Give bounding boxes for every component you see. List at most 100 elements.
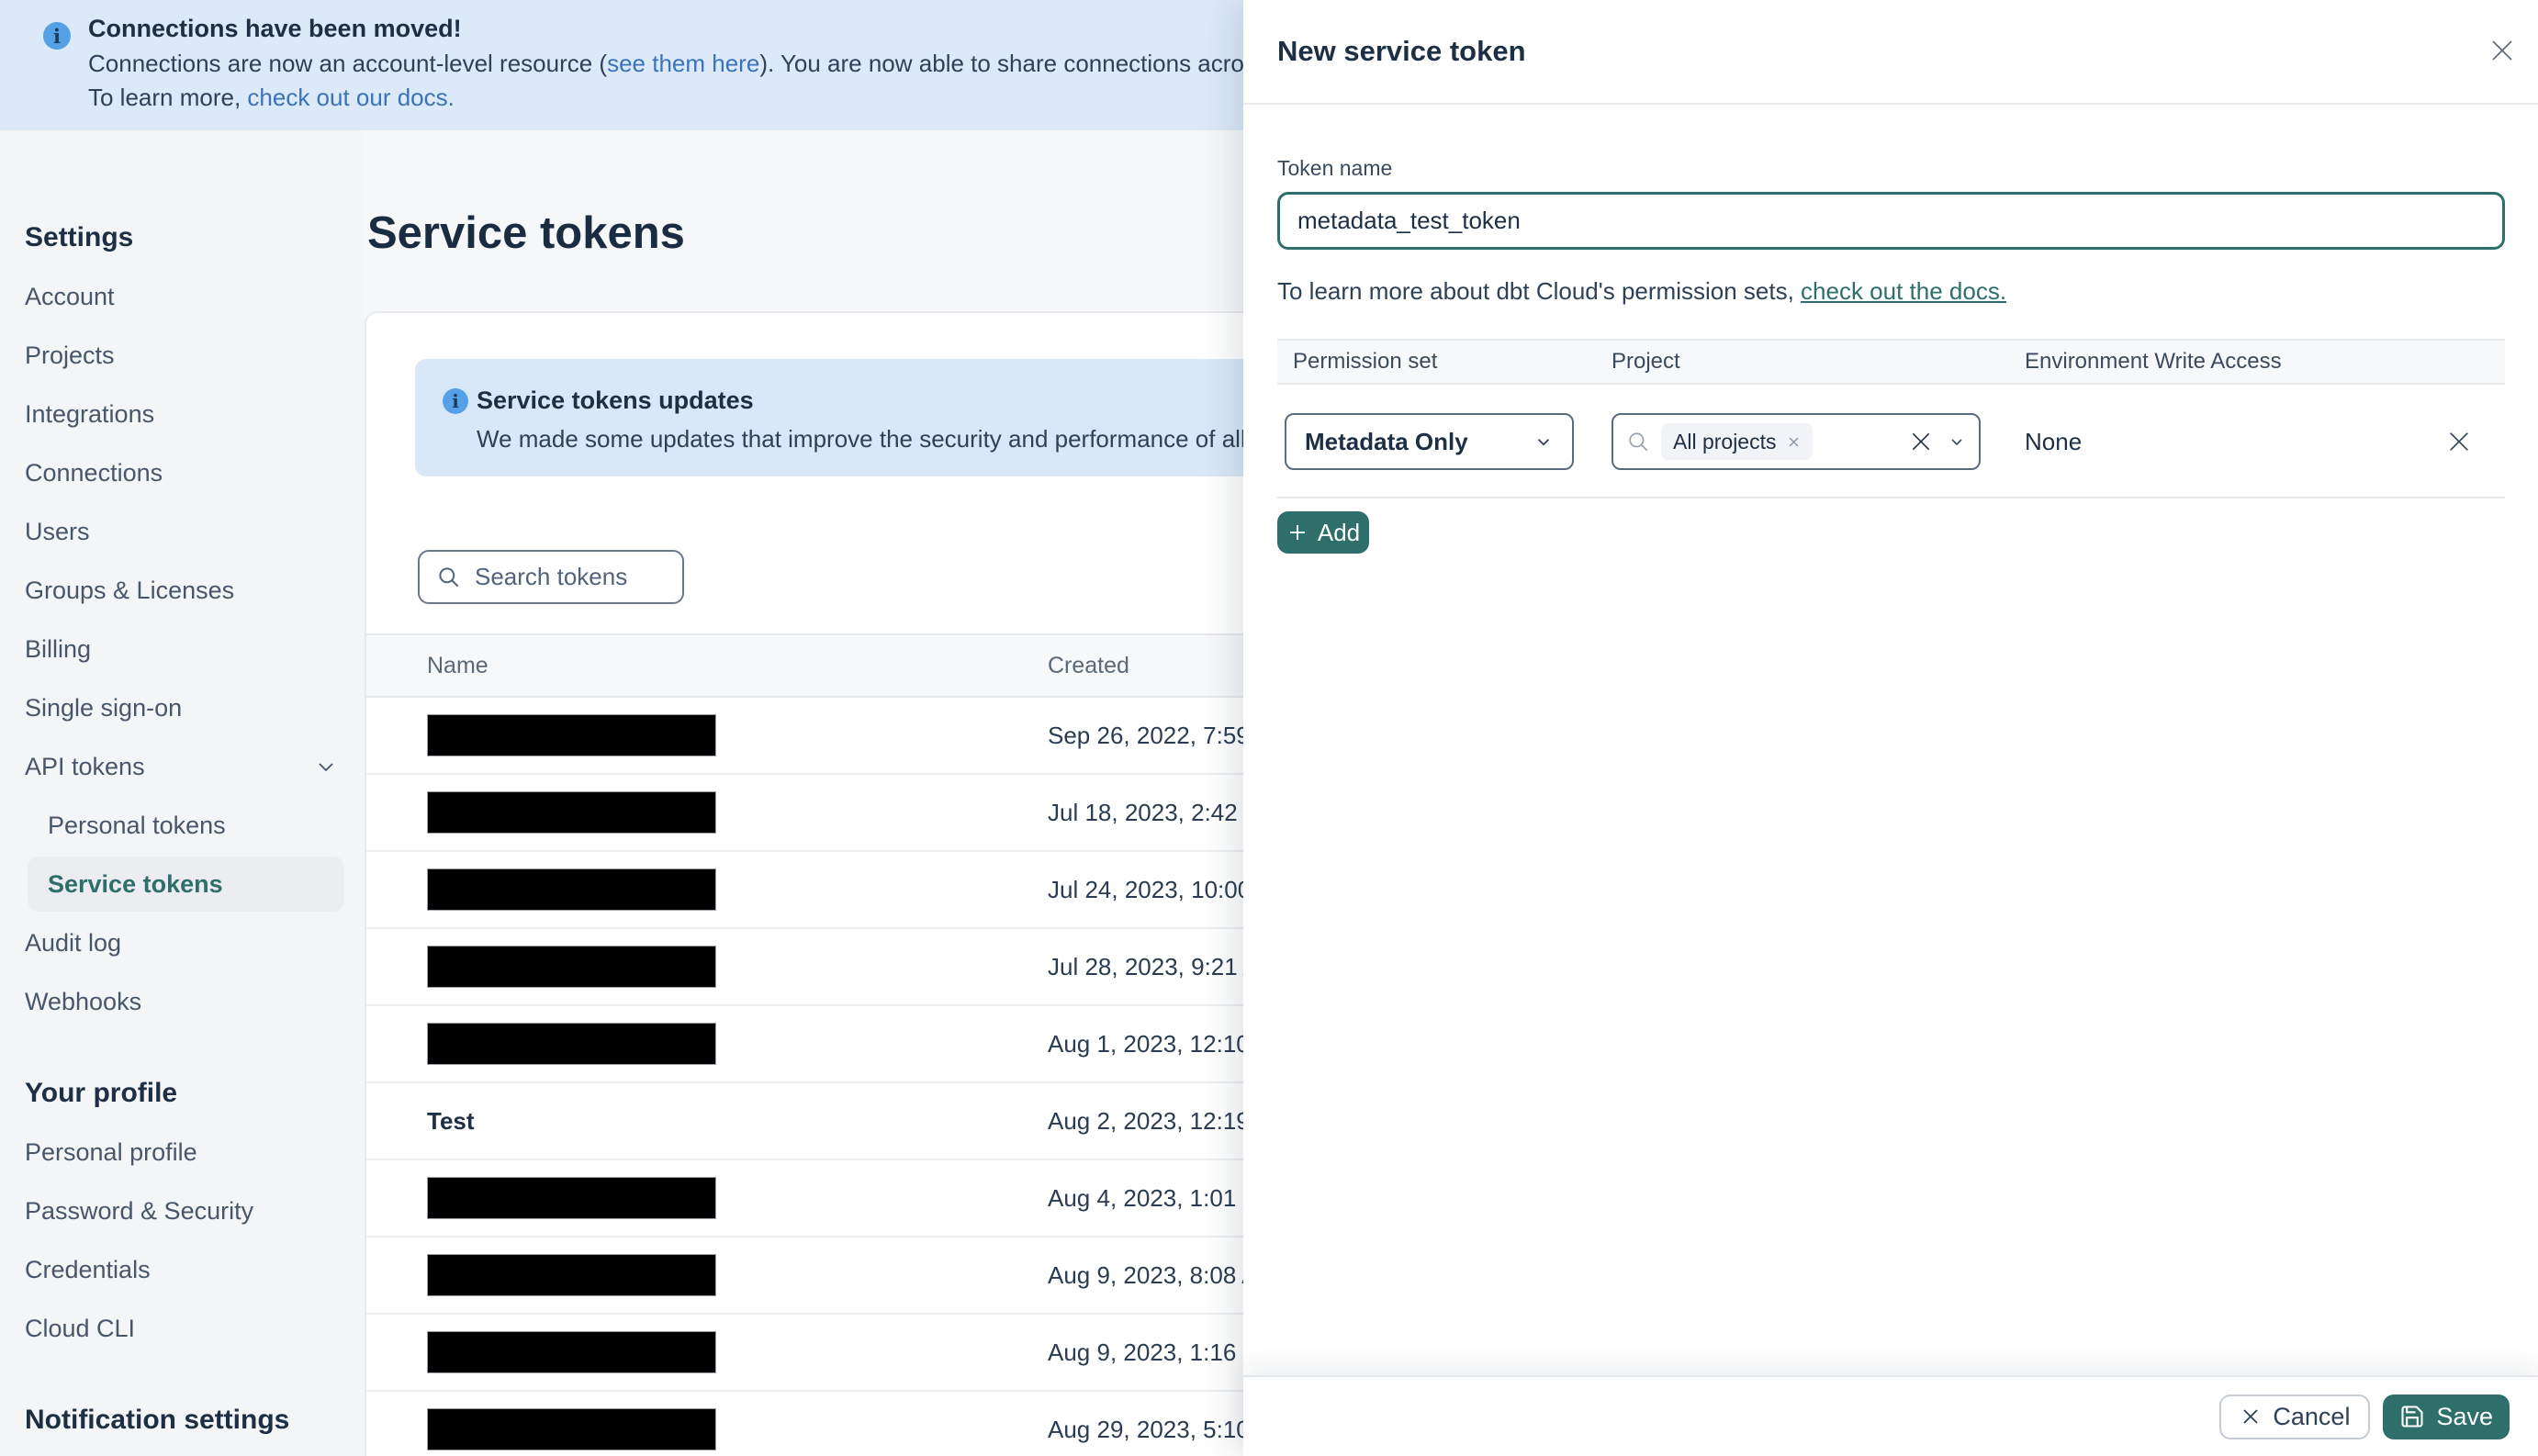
check-out-our-docs-link[interactable]: check out our docs. xyxy=(247,84,454,111)
redacted-token-name xyxy=(427,1331,716,1373)
sidebar-item-account[interactable]: Account xyxy=(0,267,365,326)
notice-title: Service tokens updates xyxy=(477,386,754,414)
drawer-footer: Cancel Save xyxy=(1243,1375,2538,1456)
sidebar-label: Groups & Licenses xyxy=(25,576,235,604)
project-multiselect[interactable]: All projects xyxy=(1612,413,1981,470)
token-name-input[interactable] xyxy=(1277,192,2505,250)
token-name-label: Token name xyxy=(1277,156,1393,180)
sidebar-item-single-sign-on[interactable]: Single sign-on xyxy=(0,678,365,737)
environment-write-access-value: None xyxy=(2025,427,2083,455)
sidebar-item-webhooks[interactable]: Webhooks xyxy=(0,972,365,1031)
chevron-down-icon xyxy=(319,763,333,772)
chevron-down-icon[interactable] xyxy=(1948,432,1966,451)
chevron-down-icon xyxy=(1537,439,1550,446)
sidebar-item-password-security[interactable]: Password & Security xyxy=(0,1182,365,1240)
sidebar-label: Personal tokens xyxy=(48,811,226,839)
dbt-cloud-settings-screen: i Connections have been moved! Connectio… xyxy=(0,0,2538,1456)
redacted-token-name xyxy=(427,1408,716,1450)
permissions-table-header: Permission set Project Environment Write… xyxy=(1277,339,2505,385)
remove-row-icon[interactable] xyxy=(2446,429,2472,454)
drawer-header: New service token xyxy=(1243,0,2538,105)
permission-set-select[interactable]: Metadata Only xyxy=(1285,413,1574,470)
drawer-title: New service token xyxy=(1277,35,1526,67)
cancel-button[interactable]: Cancel xyxy=(2219,1394,2371,1439)
plus-icon xyxy=(1289,525,1305,540)
token-name-cell xyxy=(366,868,1048,911)
sidebar-label: Audit log xyxy=(25,928,122,957)
token-name-cell xyxy=(366,1254,1048,1296)
close-icon xyxy=(2243,1409,2259,1424)
sidebar-heading-your-profile: Your profile xyxy=(0,1064,365,1123)
sidebar-label: Connections xyxy=(25,458,163,487)
sidebar-label: Notification settings xyxy=(25,1405,290,1435)
token-name-cell xyxy=(366,1177,1048,1219)
token-name-cell xyxy=(366,714,1048,756)
settings-sidebar: Settings Account Projects Integrations Conne… xyxy=(0,130,365,1456)
new-service-token-drawer: New service token Token name To learn mo… xyxy=(1243,0,2538,1456)
save-button[interactable]: Save xyxy=(2383,1394,2510,1439)
project-chip-all-projects[interactable]: All projects xyxy=(1661,423,1814,460)
redacted-token-name xyxy=(427,868,716,911)
sidebar-item-personal-profile[interactable]: Personal profile xyxy=(0,1123,365,1182)
permission-row: Metadata Only All projects None xyxy=(1277,385,2505,498)
token-name-cell xyxy=(366,791,1048,834)
search-icon xyxy=(1626,430,1650,454)
redacted-token-name xyxy=(427,1254,716,1296)
sidebar-heading-settings: Settings xyxy=(0,208,365,267)
token-name-cell xyxy=(366,946,1048,988)
sidebar-label: Billing xyxy=(25,634,92,663)
drawer-body: Token name To learn more about dbt Cloud… xyxy=(1243,105,2538,554)
sidebar-label: Projects xyxy=(25,341,115,369)
check-out-the-docs-link[interactable]: check out the docs. xyxy=(1801,277,2006,305)
redacted-token-name xyxy=(427,946,716,988)
sidebar-label: Webhooks xyxy=(25,987,142,1015)
search-icon xyxy=(439,567,459,588)
see-them-here-link[interactable]: see them here xyxy=(607,50,759,77)
sidebar-label: Integrations xyxy=(25,399,155,428)
close-icon[interactable] xyxy=(2483,31,2521,70)
search-input[interactable] xyxy=(475,563,658,591)
column-header-project: Project xyxy=(1612,349,1680,374)
sidebar-item-billing[interactable]: Billing xyxy=(0,620,365,678)
token-name-cell: Test xyxy=(427,1106,475,1135)
redacted-token-name xyxy=(427,1177,716,1219)
column-header-environment-write-access: Environment Write Access xyxy=(2025,349,2282,374)
sidebar-label: Your profile xyxy=(25,1078,178,1108)
token-name-cell xyxy=(366,1331,1048,1373)
sidebar-item-integrations[interactable]: Integrations xyxy=(0,385,365,443)
sidebar-item-credentials[interactable]: Credentials xyxy=(0,1240,365,1299)
sidebar-item-audit-log[interactable]: Audit log xyxy=(0,913,365,972)
sidebar-item-api-tokens[interactable]: API tokens xyxy=(0,737,365,796)
sidebar-item-service-tokens[interactable]: Service tokens xyxy=(28,857,344,912)
sidebar-item-cloud-cli[interactable]: Cloud CLI xyxy=(0,1299,365,1358)
sidebar-label: Credentials xyxy=(25,1255,151,1283)
sidebar-label: Personal profile xyxy=(25,1137,197,1166)
sidebar-label: Single sign-on xyxy=(25,693,183,722)
sidebar-item-projects[interactable]: Projects xyxy=(0,326,365,385)
redacted-token-name xyxy=(427,1023,716,1065)
redacted-token-name xyxy=(427,791,716,834)
sidebar-label: API tokens xyxy=(25,752,145,780)
sidebar-item-connections[interactable]: Connections xyxy=(0,443,365,502)
sidebar-label: Account xyxy=(25,282,115,310)
sidebar-item-personal-tokens[interactable]: Personal tokens xyxy=(0,796,365,855)
sidebar-label: Password & Security xyxy=(25,1196,254,1225)
sidebar-item-users[interactable]: Users xyxy=(0,502,365,561)
clear-selection-icon[interactable] xyxy=(1909,430,1933,454)
sidebar-label: Settings xyxy=(25,222,134,252)
chip-remove-icon[interactable] xyxy=(1787,435,1801,449)
column-header-permission-set: Permission set xyxy=(1293,349,1438,374)
redacted-token-name xyxy=(427,714,716,756)
sidebar-label: Cloud CLI xyxy=(25,1314,136,1342)
add-permission-button[interactable]: Add xyxy=(1277,511,1369,554)
save-icon xyxy=(2401,1406,2424,1428)
permission-docs-line: To learn more about dbt Cloud's permissi… xyxy=(1277,277,2007,305)
info-icon: i xyxy=(443,388,468,414)
permission-set-value: Metadata Only xyxy=(1305,427,1468,455)
sidebar-label: Users xyxy=(25,517,90,545)
page-title: Service tokens xyxy=(367,208,685,258)
search-tokens-box[interactable] xyxy=(418,550,684,604)
sidebar-heading-notification-settings: Notification settings xyxy=(0,1391,365,1450)
sidebar-item-groups-licenses[interactable]: Groups & Licenses xyxy=(0,561,365,620)
info-icon: i xyxy=(43,22,71,50)
